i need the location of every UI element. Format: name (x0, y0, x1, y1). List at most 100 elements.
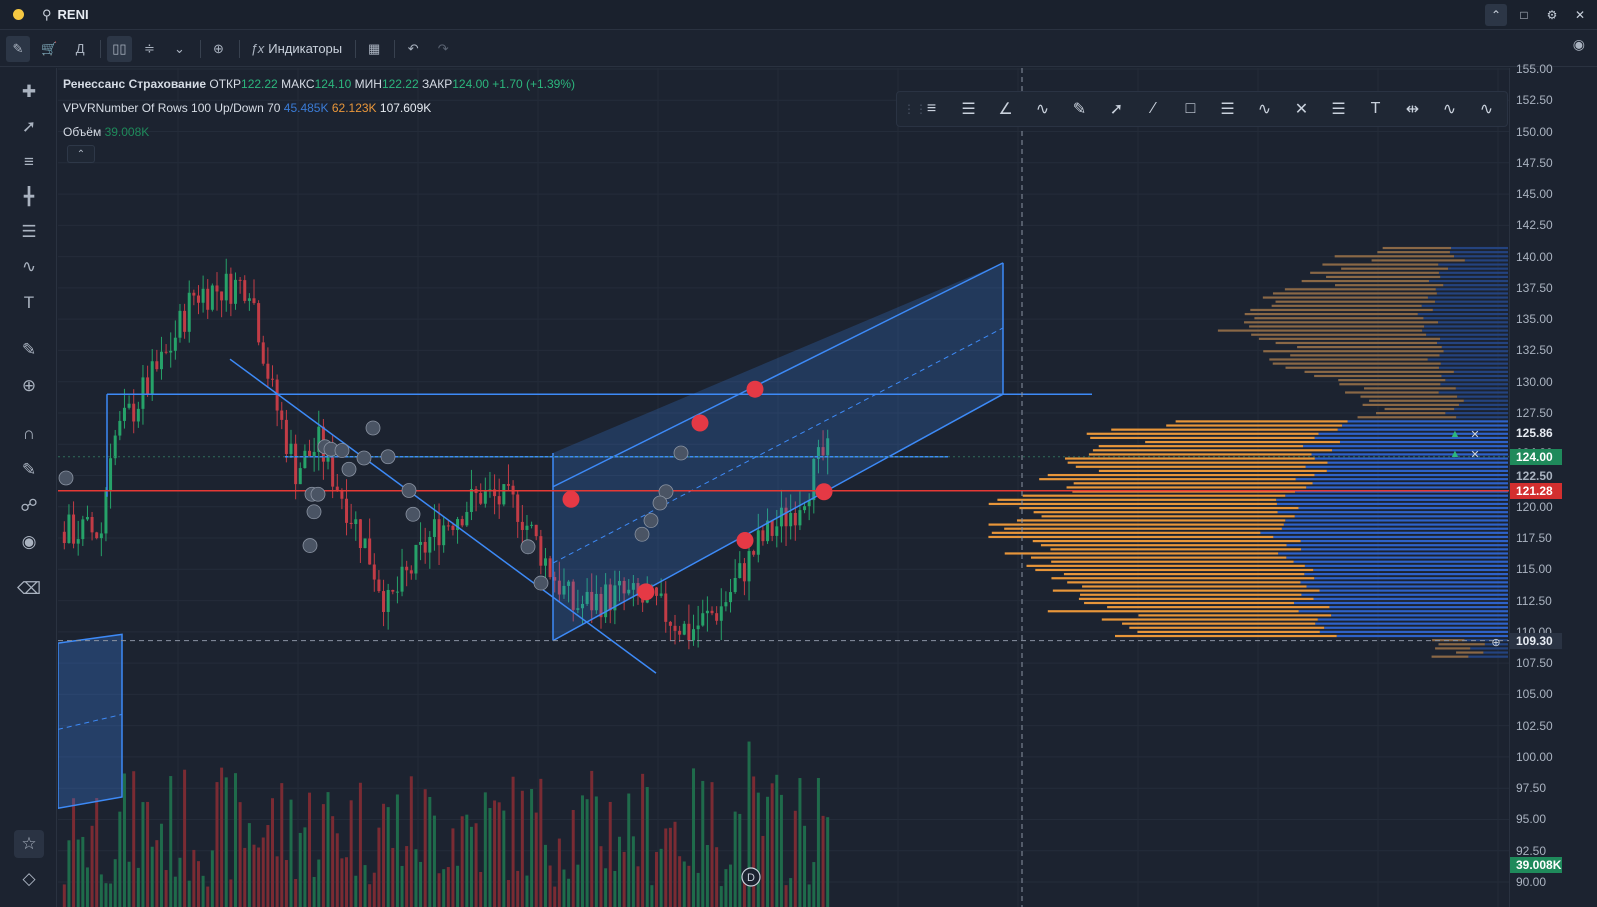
redo-icon[interactable]: ↷ (431, 36, 455, 62)
volume-profile-up-bar (1445, 379, 1508, 382)
segment-icon[interactable]: ∕ (1135, 95, 1172, 123)
add-circle-icon[interactable]: ⊕ (207, 36, 231, 62)
layout-grid-icon[interactable]: ▦ (362, 36, 386, 62)
volume-profile-down-bar (997, 498, 1277, 501)
layers-icon[interactable]: ◇ (14, 865, 44, 893)
horizontal-lines-icon[interactable]: ≡ (14, 148, 44, 176)
cross-lines-icon[interactable]: ✕ (1283, 95, 1320, 123)
volume-profile-down-bar (1039, 478, 1296, 481)
zigzag-icon[interactable]: ∿ (1468, 95, 1505, 123)
candle-body (742, 563, 746, 582)
unlock-icon[interactable]: ☍ (14, 492, 44, 520)
pattern-icon[interactable]: ∿ (14, 253, 44, 281)
candle-body (386, 589, 390, 612)
fib-retracement-icon[interactable]: ☰ (1209, 95, 1246, 123)
candle-body (659, 593, 663, 596)
volume-profile-up-bar (1438, 271, 1508, 274)
candle-body (793, 512, 797, 526)
trend-line-icon[interactable]: ➚ (14, 113, 44, 141)
symbol-field[interactable]: RENI (58, 7, 89, 22)
chevron-up-icon[interactable]: ⌃ (1485, 4, 1507, 26)
bell-icon[interactable]: ▲ (1447, 446, 1463, 462)
volume-bar (557, 838, 561, 907)
close-icon[interactable]: ✕ (1569, 4, 1591, 26)
volume-bar (345, 857, 349, 907)
price-range-icon[interactable]: ⇹ (1394, 95, 1431, 123)
chart-canvas[interactable]: D (58, 68, 1509, 907)
arc-icon[interactable]: ∠ (987, 95, 1024, 123)
pitchfork-icon[interactable]: ╋ (14, 183, 44, 211)
zoom-in-icon[interactable]: ⊕ (14, 372, 44, 400)
volume-profile-up-bar (1312, 482, 1508, 485)
candle-body (206, 288, 210, 310)
drag-handle-icon[interactable]: ⋮⋮ (903, 102, 927, 116)
search-icon[interactable]: ⚲ (42, 7, 52, 23)
trash-icon[interactable]: ⌫ (14, 575, 44, 603)
volume-profile-down-bar (1357, 416, 1457, 419)
bell-icon[interactable]: ▲ (1447, 426, 1463, 442)
volume-profile-down-bar (988, 502, 1277, 506)
candle-body (419, 541, 423, 545)
volume-profile-up-bar (1301, 593, 1508, 596)
text-icon[interactable]: T (1357, 95, 1394, 123)
volume-legend[interactable]: Объём 39.008K (63, 125, 149, 139)
gear-icon[interactable]: ⚙ (1541, 4, 1563, 26)
volume-profile-up-bar (1294, 601, 1508, 605)
event-marker (334, 443, 350, 458)
crosshair-icon[interactable]: ✚ (14, 78, 44, 106)
candle-body (150, 361, 154, 395)
abc-pattern-icon[interactable]: ∿ (1246, 95, 1283, 123)
volume-bar (432, 815, 436, 907)
fib-extension-icon[interactable]: ☰ (1320, 95, 1357, 123)
window-restore-icon[interactable]: □ (1513, 4, 1535, 26)
volume-bar (141, 802, 145, 907)
pencil-icon[interactable]: ✎ (6, 35, 30, 62)
vpvr-legend[interactable]: VPVRNumber Of Rows 100 Up/Down 70 45.485… (63, 101, 431, 115)
fib-levels-icon[interactable]: ☰ (14, 218, 44, 246)
volume-profile-down-bar (1254, 317, 1424, 320)
volume-bar (150, 846, 154, 907)
rectangle-icon[interactable]: □ (1172, 95, 1209, 123)
price-chart[interactable]: D (58, 68, 1509, 907)
function-icon: ƒx (250, 41, 265, 56)
price-axis[interactable]: 155.00 152.50 150.00 147.50 145.00 142.50 140.… (1509, 62, 1597, 907)
lock-drawing-icon[interactable]: ✎ (14, 456, 44, 484)
candle-body (169, 350, 173, 353)
volume-profile-down-bar (1016, 519, 1286, 522)
legend-collapse-button[interactable]: ⌃ (67, 145, 95, 163)
volume-bar (159, 823, 163, 907)
regression-channel-icon[interactable]: ≡ (913, 95, 950, 123)
volume-bar (627, 793, 631, 907)
volume-profile-down-bar (1285, 366, 1439, 369)
magnet-icon[interactable]: ∩ (14, 420, 44, 448)
indicators-button[interactable]: ƒx Индикаторы (246, 36, 348, 62)
brush-icon[interactable]: ✎ (1061, 95, 1098, 123)
candle-body (520, 521, 524, 530)
path-icon[interactable]: ∿ (1024, 95, 1061, 123)
cart-icon[interactable]: 🛒 (36, 36, 62, 62)
parallel-channel-icon[interactable]: ☰ (950, 95, 987, 123)
elliott-wave-icon[interactable]: ∿ (1431, 95, 1468, 123)
volume-profile-up-bar (1421, 304, 1508, 307)
candlestick-icon[interactable]: ▯▯ (107, 35, 132, 62)
ruler-icon[interactable]: ✎ (14, 336, 44, 364)
close-icon[interactable]: ✕ (1467, 426, 1483, 442)
candle-body (687, 623, 691, 641)
toolbar-divider (238, 39, 240, 58)
ray-icon[interactable]: ➚ (1098, 95, 1135, 123)
camera-icon[interactable]: ◉ (1573, 36, 1585, 53)
chevron-down-icon[interactable]: ⌄ (168, 36, 192, 62)
text-tool-icon[interactable]: T (14, 289, 44, 317)
undo-icon[interactable]: ↶ (401, 36, 425, 62)
timeframe-button[interactable]: Д (68, 36, 92, 62)
star-icon[interactable]: ☆ (14, 830, 44, 858)
volume-profile-down-bar (1262, 296, 1428, 299)
close-icon[interactable]: ✕ (1467, 446, 1483, 462)
add-circle-icon[interactable]: ⊕ (1488, 634, 1504, 650)
candle-body (497, 496, 501, 505)
area-chart-icon[interactable]: ≑ (138, 36, 162, 62)
channel-touch-point (691, 414, 709, 432)
eye-icon[interactable]: ◉ (14, 528, 44, 556)
volume-profile-down-bar (1217, 329, 1423, 332)
volume-profile-up-bar (1313, 597, 1508, 600)
